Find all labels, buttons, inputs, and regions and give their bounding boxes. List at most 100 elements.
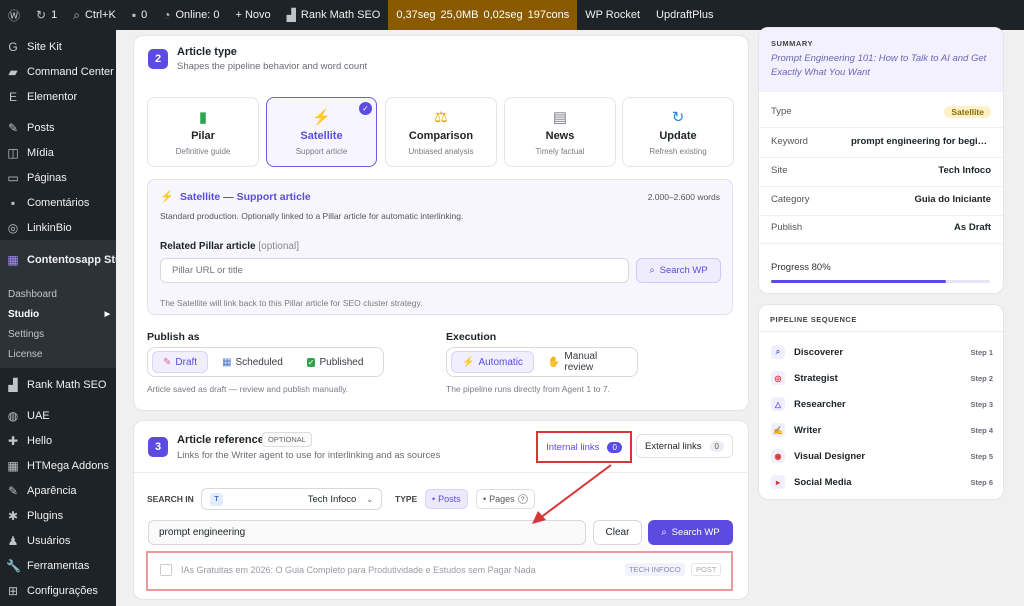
execution-automatic[interactable]: ⚡ Automatic <box>451 351 534 373</box>
submenu-label: Studio <box>8 308 40 320</box>
wp-logo[interactable]: Ⓦ <box>0 0 28 30</box>
updates-item[interactable]: ↻ 1 <box>28 0 65 30</box>
perf-queries: 197cons <box>527 9 570 21</box>
sidebar-item-p-ginas[interactable]: ▭ Páginas <box>0 165 116 190</box>
grid-icon: ▦ <box>7 253 19 267</box>
wprocket-item[interactable]: WP Rocket <box>577 0 648 30</box>
menu-icon: ✎ <box>7 120 19 135</box>
submenu-license[interactable]: License <box>0 344 116 364</box>
search-wp-button[interactable]: ⌕ Search WP <box>636 258 721 283</box>
sidebar-item-uae[interactable]: ◍ UAE <box>0 403 116 428</box>
sidebar-item-coment-rios[interactable]: ▪ Comentários <box>0 190 116 215</box>
submenu-dashboard[interactable]: Dashboard <box>0 284 116 304</box>
submenu-studio[interactable]: Studio ▶ <box>0 304 116 324</box>
chart-icon: ▟ <box>286 8 296 22</box>
sidebar-item-rank-math-seo[interactable]: ▟ Rank Math SEO <box>0 372 116 397</box>
rankmath-item[interactable]: ▟ Rank Math SEO <box>279 0 389 30</box>
step-name: Writer <box>794 424 822 436</box>
site-select[interactable]: T Tech Infoco ⌄ <box>201 488 382 510</box>
sidebar-item-contentosapp[interactable]: ▦ Contentosapp Studio <box>0 240 138 280</box>
menu-icon: ▦ <box>7 458 19 473</box>
menu-icon: ✎ <box>7 483 19 498</box>
result-site-badge: TECH INFOCO <box>625 563 685 576</box>
publish-published[interactable]: ✓ Published <box>297 351 374 373</box>
type-icon: ▤ <box>552 109 568 126</box>
menu-icon: ◍ <box>7 408 19 423</box>
chip-label: Pages <box>489 494 515 504</box>
sidebar-item-plugins[interactable]: ✱ Plugins <box>0 503 116 528</box>
step-number: Step 3 <box>970 399 993 409</box>
social-media-icon: ▸ <box>771 475 785 489</box>
type-card-comparison[interactable]: ⚖ Comparison Unbiased analysis <box>385 97 497 167</box>
menu-icon: ✱ <box>7 508 19 523</box>
summary-row-type: Type Satellite <box>771 106 991 118</box>
sidebar-item-label: Configurações <box>27 584 98 597</box>
step-number: 3 <box>148 437 168 457</box>
updraft-item[interactable]: UpdraftPlus <box>648 0 721 30</box>
related-label-text: Related Pillar article <box>160 241 256 252</box>
check-icon: ✓ <box>306 357 316 367</box>
sidebar-item-site-kit[interactable]: G Site Kit <box>0 34 116 59</box>
row-key: Category <box>771 194 810 205</box>
row-key: Site <box>771 165 788 176</box>
publish-scheduled[interactable]: ▦ Scheduled <box>212 351 293 373</box>
sidebar-item-label: Mídia <box>27 146 54 159</box>
online-item[interactable]: ◔ Online: 0 <box>155 0 227 30</box>
type-label: Comparison <box>408 130 474 142</box>
pipeline-step-6: ▸ Social Media Step 6 <box>771 475 993 489</box>
help-icon: ? <box>517 494 528 504</box>
sidebar-item-htmega-addons[interactable]: ▦ HTMega Addons <box>0 453 116 478</box>
type-pages-chip[interactable]: • Pages? <box>476 489 535 509</box>
sidebar-item-label: Páginas <box>27 171 67 184</box>
query-monitor-item[interactable]: 0,37seg 25,0MB 0,02seg 197cons <box>388 0 578 30</box>
sidebar-item-hello[interactable]: ✚ Hello <box>0 428 116 453</box>
type-card-update[interactable]: ↻ Update Refresh existing <box>622 97 734 167</box>
type-label: Pilar <box>191 130 215 142</box>
new-item[interactable]: + Novo <box>227 0 278 30</box>
admin-sidebar: G Site Kit ▰ Command Center E Elementor ✎ Posts… <box>0 30 138 606</box>
execution-manual[interactable]: ✋ Manual review <box>538 351 633 373</box>
pillar-url-input[interactable] <box>160 258 629 283</box>
sidebar-item-configura-es[interactable]: ⊞ Configurações <box>0 578 116 603</box>
calendar-icon: ▦ <box>222 356 232 368</box>
sidebar-item-command-center[interactable]: ▰ Command Center <box>0 59 116 84</box>
external-links-tab[interactable]: External links 0 <box>636 434 733 458</box>
admin-bar: Ⓦ ↻ 1 ⌕ Ctrl+K ▪ 0 ◔ Online: 0 + Novo ▟ Rank … <box>0 0 1024 30</box>
internal-links-tab[interactable]: Internal links 0 <box>536 431 632 463</box>
submenu-settings[interactable]: Settings <box>0 324 116 344</box>
reference-search-input[interactable]: prompt engineering <box>148 520 586 545</box>
type-posts-chip[interactable]: • Posts <box>425 489 468 509</box>
submenu-label: License <box>8 348 43 360</box>
sidebar-item-ferramentas[interactable]: 🔧 Ferramentas <box>0 553 116 578</box>
publish-draft[interactable]: ✎ Draft <box>152 351 209 373</box>
divider <box>759 157 1003 158</box>
type-card-satellite[interactable]: ⚡ Satellite Support article ✓ <box>266 97 377 167</box>
updates-count: 1 <box>51 9 58 21</box>
sidebar-item-label: Command Center <box>27 65 114 78</box>
menu-icon: ▪ <box>10 195 16 210</box>
clear-button[interactable]: Clear <box>593 520 642 545</box>
sidebar-item-m-dia[interactable]: ◫ Mídia <box>0 140 116 165</box>
sidebar-item-linkinbio[interactable]: ◎ LinkinBio <box>0 215 116 240</box>
section-title: Article references <box>177 434 270 446</box>
comments-item[interactable]: ▪ 0 <box>124 0 155 30</box>
sidebar-item-posts[interactable]: ✎ Posts <box>0 115 116 140</box>
search-item[interactable]: ⌕ Ctrl+K <box>65 0 124 30</box>
type-card-pilar[interactable]: ▮ Pilar Definitive guide <box>147 97 259 167</box>
sidebar-item-label: Usuários <box>27 534 71 547</box>
optional-badge: OPTIONAL <box>262 432 312 447</box>
updraft-label: UpdraftPlus <box>656 9 714 21</box>
row-value: prompt engineering for beginners <box>851 136 991 147</box>
sidebar-item-elementor[interactable]: E Elementor <box>0 84 116 109</box>
writer-icon: ✍ <box>771 423 785 437</box>
sidebar-item-apar-ncia[interactable]: ✎ Aparência <box>0 478 116 503</box>
type-card-news[interactable]: ▤ News Timely factual <box>504 97 616 167</box>
step-number: 2 <box>148 49 168 69</box>
sidebar-item-usu-rios[interactable]: ♟ Usuários <box>0 528 116 553</box>
summary-row-site: Site Tech Infoco <box>771 165 991 176</box>
result-checkbox[interactable] <box>160 564 172 576</box>
panel-desc: Standard production. Optionally linked t… <box>160 211 464 221</box>
search-wp-button[interactable]: ⌕ Search WP <box>648 520 733 545</box>
sidebar-item-label: Site Kit <box>27 40 62 53</box>
search-in-label: SEARCH IN <box>147 494 194 504</box>
